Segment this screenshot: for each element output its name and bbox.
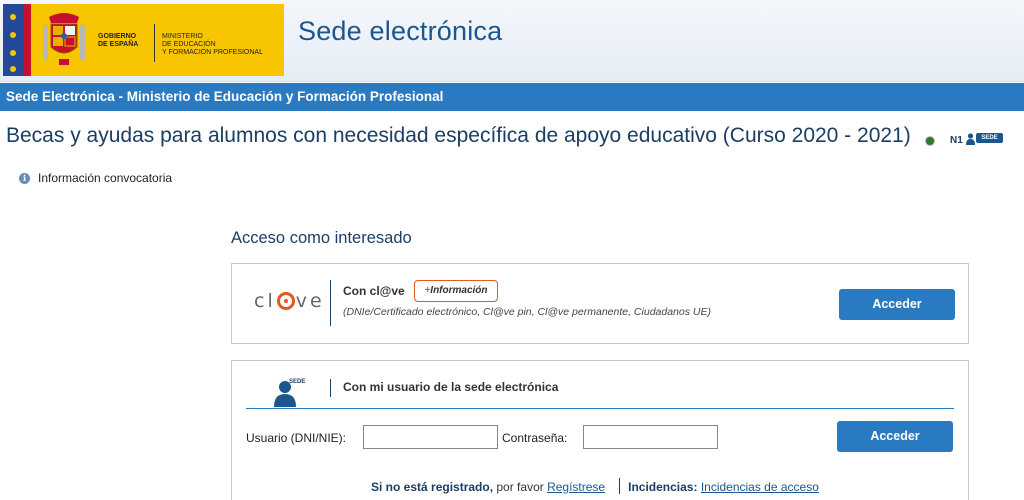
- register-link[interactable]: Regístrese: [547, 480, 605, 494]
- password-input[interactable]: [583, 425, 718, 449]
- sede-access-card: SEDE Con mi usuario de la sede electróni…: [231, 360, 969, 500]
- username-input[interactable]: [363, 425, 498, 449]
- government-label: GOBIERNO DE ESPAÑA: [98, 33, 139, 48]
- clave-info-button[interactable]: +Información: [414, 280, 498, 302]
- svg-text:SEDE: SEDE: [289, 379, 305, 385]
- sede-separator: [246, 408, 954, 409]
- coat-of-arms-icon: [43, 13, 85, 65]
- nav-bar-title[interactable]: Sede Electrónica - Ministerio de Educaci…: [6, 89, 443, 104]
- access-heading: Acceso como interesado: [231, 229, 412, 247]
- password-label: Contraseña:: [502, 431, 568, 445]
- logo-divider: [154, 24, 155, 62]
- user-icon: [966, 133, 975, 145]
- incidents-label: Incidencias:: [628, 480, 698, 494]
- footer-divider: [619, 478, 621, 494]
- incidents-link[interactable]: Incidencias de acceso: [701, 480, 819, 494]
- sede-access-button[interactable]: Acceder: [837, 421, 953, 452]
- security-level-label: N1: [950, 135, 963, 146]
- clave-access-card: cl ve Con cl@ve +Información (DNIe/Certif…: [231, 263, 969, 344]
- ministry-label: MINISTERIO DE EDUCACIÓN Y FORMACIÓN PROF…: [162, 33, 263, 56]
- nav-bar: Sede Electrónica - Ministerio de Educaci…: [0, 83, 1024, 111]
- page-title: Becas y ayudas para alumnos con necesida…: [6, 124, 911, 147]
- sede-footer: Si no está registrado, por favor Regístr…: [371, 478, 819, 494]
- sede-title: Con mi usuario de la sede electrónica: [343, 380, 559, 394]
- clave-logo: cl ve: [254, 290, 325, 312]
- spain-flag-strip: [24, 4, 31, 76]
- site-title[interactable]: Sede electrónica: [298, 16, 502, 47]
- sede-user-icon: SEDE: [274, 379, 305, 407]
- clave-divider: [330, 280, 331, 326]
- sede-badge: SEDE: [976, 133, 1003, 143]
- convocatoria-info-link[interactable]: i Información convocatoria: [19, 171, 172, 185]
- site-header: GOBIERNO DE ESPAÑA MINISTERIO DE EDUCACI…: [0, 0, 1024, 82]
- please-text: por favor: [493, 480, 548, 494]
- clave-subtitle: (DNIe/Certificado electrónico, Cl@ve pin…: [343, 306, 711, 318]
- convocatoria-info-label: Información convocatoria: [38, 171, 173, 185]
- eu-flag-strip: [3, 4, 24, 76]
- info-icon: i: [19, 172, 30, 184]
- not-registered-label: Si no está registrado,: [371, 480, 494, 494]
- clave-ring-icon: [276, 292, 295, 310]
- username-label: Usuario (DNI/NIE):: [246, 431, 347, 445]
- clave-title: Con cl@ve: [343, 284, 405, 298]
- government-logo[interactable]: GOBIERNO DE ESPAÑA MINISTERIO DE EDUCACI…: [3, 4, 284, 76]
- sede-divider: [330, 379, 331, 397]
- clave-access-button[interactable]: Acceder: [839, 289, 955, 320]
- check-icon: [925, 136, 935, 146]
